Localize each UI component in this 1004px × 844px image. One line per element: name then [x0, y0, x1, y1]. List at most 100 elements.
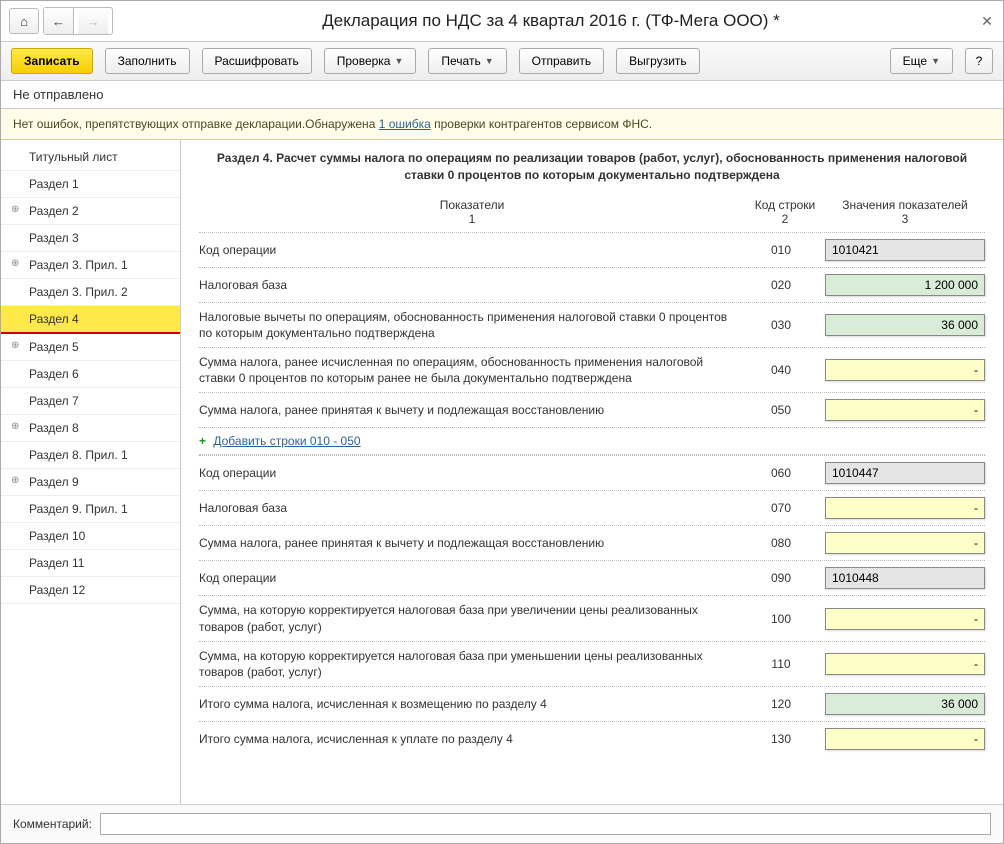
form-row: Сумма, на которую корректируется налогов… — [199, 641, 985, 686]
caret-icon: ▼ — [931, 56, 940, 66]
sidebar-item[interactable]: Раздел 2 — [1, 198, 180, 225]
value-input[interactable] — [825, 567, 985, 589]
value-cell — [825, 653, 985, 675]
more-button[interactable]: Еще ▼ — [890, 48, 953, 74]
value-input[interactable] — [825, 608, 985, 630]
column-headers: Показатели1 Код строки2 Значения показат… — [199, 198, 985, 226]
value-cell — [825, 497, 985, 519]
sidebar-item[interactable]: Раздел 3 — [1, 225, 180, 252]
form-row: Налоговые вычеты по операциям, обоснован… — [199, 302, 985, 347]
col3-num: 3 — [825, 212, 985, 226]
sidebar-item[interactable]: Раздел 12 — [1, 577, 180, 604]
row-code: 090 — [741, 571, 821, 585]
row-code: 010 — [741, 243, 821, 257]
check-button[interactable]: Проверка▼ — [324, 48, 417, 74]
row-label: Сумма налога, ранее исчисленная по опера… — [199, 354, 737, 386]
value-input[interactable] — [825, 359, 985, 381]
form-row: Итого сумма налога, исчисленная к возмещ… — [199, 686, 985, 721]
decode-button[interactable]: Расшифровать — [202, 48, 312, 74]
row-code: 110 — [741, 657, 821, 671]
value-cell — [825, 567, 985, 589]
value-cell — [825, 462, 985, 484]
value-input[interactable] — [825, 693, 985, 715]
sidebar-item[interactable]: Раздел 3. Прил. 1 — [1, 252, 180, 279]
value-input[interactable] — [825, 728, 985, 750]
sidebar-item[interactable]: Раздел 1 — [1, 171, 180, 198]
row-code: 130 — [741, 732, 821, 746]
value-cell — [825, 693, 985, 715]
form-row: Код операции090 — [199, 560, 985, 595]
section-title: Раздел 4. Расчет суммы налога по операци… — [199, 150, 985, 184]
error-link[interactable]: 1 ошибка — [379, 117, 431, 131]
export-button[interactable]: Выгрузить — [616, 48, 700, 74]
value-input[interactable] — [825, 532, 985, 554]
value-input[interactable] — [825, 497, 985, 519]
sidebar-item[interactable]: Раздел 7 — [1, 388, 180, 415]
sidebar-item[interactable]: Раздел 4 — [1, 306, 180, 334]
sidebar-item[interactable]: Титульный лист — [1, 144, 180, 171]
col1-title: Показатели — [199, 198, 745, 212]
fill-button[interactable]: Заполнить — [105, 48, 190, 74]
forward-button[interactable]: → — [78, 8, 108, 34]
sidebar-item[interactable]: Раздел 5 — [1, 334, 180, 361]
value-cell — [825, 608, 985, 630]
print-button[interactable]: Печать▼ — [428, 48, 506, 74]
form-row: Сумма налога, ранее исчисленная по опера… — [199, 347, 985, 392]
row-code: 020 — [741, 278, 821, 292]
more-label: Еще — [903, 54, 927, 68]
status-line: Не отправлено — [1, 81, 1003, 109]
rows-block-a: Код операции010Налоговая база020Налоговы… — [199, 232, 985, 428]
send-button[interactable]: Отправить — [519, 48, 605, 74]
value-input[interactable] — [825, 239, 985, 261]
comment-input[interactable] — [100, 813, 991, 835]
titlebar: ⌂ ← → Декларация по НДС за 4 квартал 201… — [1, 1, 1003, 42]
save-button[interactable]: Записать — [11, 48, 93, 74]
sidebar-item[interactable]: Раздел 8. Прил. 1 — [1, 442, 180, 469]
add-rows-link[interactable]: Добавить строки 010 - 050 — [213, 434, 360, 448]
col2-num: 2 — [745, 212, 825, 226]
value-cell — [825, 399, 985, 421]
caret-icon: ▼ — [485, 56, 494, 66]
value-input[interactable] — [825, 399, 985, 421]
sidebar-item[interactable]: Раздел 10 — [1, 523, 180, 550]
row-label: Налоговая база — [199, 277, 737, 293]
form-row: Налоговая база 020 — [199, 267, 985, 302]
main-area: Титульный листРаздел 1Раздел 2Раздел 3Ра… — [1, 140, 1003, 804]
sidebar-item[interactable]: Раздел 6 — [1, 361, 180, 388]
row-code: 120 — [741, 697, 821, 711]
help-button[interactable]: ? — [965, 48, 993, 74]
row-label: Код операции — [199, 465, 737, 481]
home-button[interactable]: ⌂ — [9, 8, 39, 34]
row-label: Итого сумма налога, исчисленная к уплате… — [199, 731, 737, 747]
info-prefix: Нет ошибок, препятствующих отправке декл… — [13, 117, 379, 131]
row-code: 070 — [741, 501, 821, 515]
form-row: Итого сумма налога, исчисленная к уплате… — [199, 721, 985, 756]
value-input[interactable] — [825, 462, 985, 484]
value-cell — [825, 274, 985, 296]
form-row: Сумма налога, ранее принятая к вычету и … — [199, 392, 985, 427]
sidebar-item[interactable]: Раздел 9. Прил. 1 — [1, 496, 180, 523]
row-label: Налоговые вычеты по операциям, обоснован… — [199, 309, 737, 341]
row-label: Итого сумма налога, исчисленная к возмещ… — [199, 696, 737, 712]
col3-title: Значения показателей — [825, 198, 985, 212]
comment-label: Комментарий: — [13, 817, 92, 831]
value-input[interactable] — [825, 274, 985, 296]
form-row: Сумма налога, ранее принятая к вычету и … — [199, 525, 985, 560]
sidebar-item[interactable]: Раздел 11 — [1, 550, 180, 577]
back-button[interactable]: ← — [44, 8, 74, 34]
toolbar: Записать Заполнить Расшифровать Проверка… — [1, 42, 1003, 81]
sidebar-item[interactable]: Раздел 9 — [1, 469, 180, 496]
sidebar-item[interactable]: Раздел 3. Прил. 2 — [1, 279, 180, 306]
value-cell — [825, 239, 985, 261]
check-label: Проверка — [337, 54, 391, 68]
close-button[interactable]: ✕ — [979, 13, 995, 30]
info-bar: Нет ошибок, препятствующих отправке декл… — [1, 109, 1003, 140]
sidebar: Титульный листРаздел 1Раздел 2Раздел 3Ра… — [1, 140, 181, 804]
content-pane: Раздел 4. Расчет суммы налога по операци… — [181, 140, 1003, 804]
row-code: 030 — [741, 318, 821, 332]
value-input[interactable] — [825, 314, 985, 336]
value-input[interactable] — [825, 653, 985, 675]
sidebar-item[interactable]: Раздел 8 — [1, 415, 180, 442]
row-label: Налоговая база — [199, 500, 737, 516]
row-label: Сумма налога, ранее принятая к вычету и … — [199, 535, 737, 551]
